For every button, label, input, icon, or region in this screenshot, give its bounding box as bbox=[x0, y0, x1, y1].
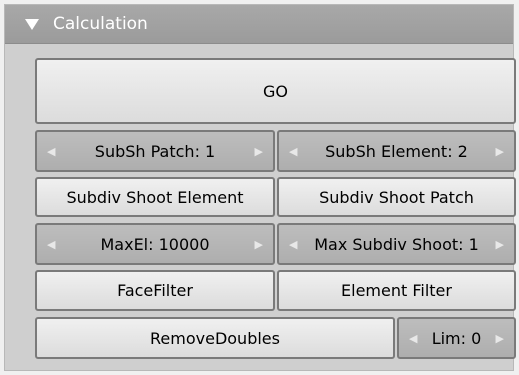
arrow-left-icon[interactable]: ◀ bbox=[47, 238, 55, 251]
collapse-triangle-icon[interactable] bbox=[25, 18, 39, 30]
max-subdiv-shoot-field[interactable]: ◀ Max Subdiv Shoot: 1 ▶ bbox=[277, 223, 516, 265]
remove-doubles-button[interactable]: RemoveDoubles bbox=[35, 317, 395, 359]
maxel-label: MaxEl: 10000 bbox=[100, 234, 210, 254]
element-filter-label: Element Filter bbox=[341, 281, 452, 300]
arrow-left-icon[interactable]: ◀ bbox=[289, 145, 297, 158]
element-filter-button[interactable]: Element Filter bbox=[277, 270, 516, 311]
max-subdiv-shoot-label: Max Subdiv Shoot: 1 bbox=[314, 234, 479, 254]
subdiv-shoot-element-label: Subdiv Shoot Element bbox=[66, 187, 244, 207]
arrow-left-icon[interactable]: ◀ bbox=[47, 145, 55, 158]
panel-header[interactable]: Calculation bbox=[5, 5, 513, 44]
remove-doubles-label: RemoveDoubles bbox=[150, 328, 280, 348]
panel-body: GO ◀ SubSh Patch: 1 ▶ ◀ SubSh Element: 2… bbox=[5, 44, 516, 370]
go-button-label: GO bbox=[263, 81, 288, 101]
calculation-window: Calculation GO ◀ SubSh Patch: 1 ▶ ◀ SubS… bbox=[0, 0, 519, 375]
arrow-right-icon[interactable]: ▶ bbox=[255, 145, 263, 158]
lim-field[interactable]: ◀ Lim: 0 ▶ bbox=[397, 317, 516, 359]
subsh-patch-label: SubSh Patch: 1 bbox=[94, 141, 216, 161]
panel-title: Calculation bbox=[53, 14, 148, 34]
lim-label: Lim: 0 bbox=[431, 328, 482, 348]
arrow-right-icon[interactable]: ▶ bbox=[496, 332, 504, 345]
maxel-field[interactable]: ◀ MaxEl: 10000 ▶ bbox=[35, 223, 275, 265]
arrow-left-icon[interactable]: ◀ bbox=[289, 238, 297, 251]
subsh-element-field[interactable]: ◀ SubSh Element: 2 ▶ bbox=[277, 130, 516, 172]
subdiv-shoot-element-button[interactable]: Subdiv Shoot Element bbox=[35, 177, 275, 217]
face-filter-label: FaceFilter bbox=[117, 281, 193, 300]
arrow-left-icon[interactable]: ◀ bbox=[409, 332, 417, 345]
calculation-panel: Calculation GO ◀ SubSh Patch: 1 ▶ ◀ SubS… bbox=[4, 4, 516, 371]
subdiv-shoot-patch-button[interactable]: Subdiv Shoot Patch bbox=[277, 177, 516, 217]
subsh-element-label: SubSh Element: 2 bbox=[325, 141, 468, 161]
arrow-right-icon[interactable]: ▶ bbox=[496, 145, 504, 158]
subdiv-shoot-patch-label: Subdiv Shoot Patch bbox=[319, 187, 474, 207]
go-button[interactable]: GO bbox=[35, 58, 516, 124]
face-filter-button[interactable]: FaceFilter bbox=[35, 270, 275, 311]
arrow-right-icon[interactable]: ▶ bbox=[496, 238, 504, 251]
subsh-patch-field[interactable]: ◀ SubSh Patch: 1 ▶ bbox=[35, 130, 275, 172]
arrow-right-icon[interactable]: ▶ bbox=[255, 238, 263, 251]
